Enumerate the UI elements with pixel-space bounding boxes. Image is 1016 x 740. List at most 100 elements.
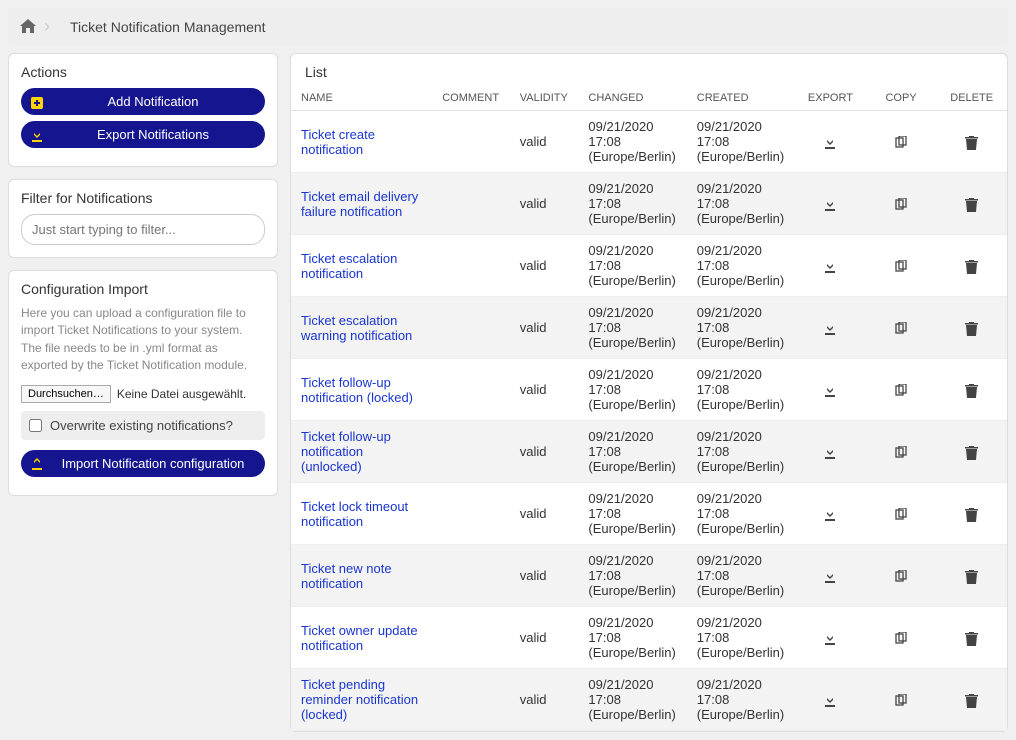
trash-icon[interactable] xyxy=(936,545,1007,607)
export-icon[interactable] xyxy=(795,173,866,235)
download-icon xyxy=(31,127,51,142)
th-created[interactable]: CREATED xyxy=(687,86,795,111)
cell-changed: 09/21/2020 17:08 (Europe/Berlin) xyxy=(578,359,686,421)
home-icon[interactable] xyxy=(20,18,36,36)
notification-link[interactable]: Ticket pending reminder notification (lo… xyxy=(301,677,418,722)
cell-changed: 09/21/2020 17:08 (Europe/Berlin) xyxy=(578,607,686,669)
export-icon[interactable] xyxy=(795,607,866,669)
cell-changed: 09/21/2020 17:08 (Europe/Berlin) xyxy=(578,297,686,359)
table-row: Ticket follow-up notification (unlocked)… xyxy=(291,421,1007,483)
cell-comment xyxy=(432,545,510,607)
table-row: Ticket escalation notificationvalid09/21… xyxy=(291,235,1007,297)
cell-changed: 09/21/2020 17:08 (Europe/Berlin) xyxy=(578,545,686,607)
table-row: Ticket owner update notification valid09/… xyxy=(291,607,1007,669)
cell-validity: valid xyxy=(510,669,579,731)
cell-created: 09/21/2020 17:08 (Europe/Berlin) xyxy=(687,421,795,483)
actions-card: Actions Add Notification Export Notifica… xyxy=(8,53,278,167)
notification-link[interactable]: Ticket escalation notification xyxy=(301,251,397,281)
copy-icon[interactable] xyxy=(866,421,937,483)
notification-link[interactable]: Ticket escalation warning notification xyxy=(301,313,412,343)
cell-validity: valid xyxy=(510,607,579,669)
cell-validity: valid xyxy=(510,545,579,607)
table-row: Ticket create notificationvalid09/21/202… xyxy=(291,111,1007,173)
cell-comment xyxy=(432,607,510,669)
copy-icon[interactable] xyxy=(866,545,937,607)
list-heading: List xyxy=(291,64,1007,86)
cell-created: 09/21/2020 17:08 (Europe/Berlin) xyxy=(687,297,795,359)
notification-link[interactable]: Ticket follow-up notification (unlocked) xyxy=(301,429,391,474)
th-validity[interactable]: VALIDITY xyxy=(510,86,579,111)
browse-button[interactable]: Durchsuchen… xyxy=(21,385,111,403)
cell-comment xyxy=(432,483,510,545)
trash-icon[interactable] xyxy=(936,359,1007,421)
overwrite-label: Overwrite existing notifications? xyxy=(50,418,233,433)
th-changed[interactable]: CHANGED xyxy=(578,86,686,111)
cell-comment xyxy=(432,173,510,235)
cell-created: 09/21/2020 17:08 (Europe/Berlin) xyxy=(687,111,795,173)
copy-icon[interactable] xyxy=(866,297,937,359)
export-notifications-button[interactable]: Export Notifications xyxy=(21,121,265,148)
copy-icon[interactable] xyxy=(866,111,937,173)
actions-heading: Actions xyxy=(21,64,265,80)
notification-link[interactable]: Ticket new note notification xyxy=(301,561,392,591)
copy-icon[interactable] xyxy=(866,669,937,731)
page-title: Ticket Notification Management xyxy=(58,19,266,35)
list-panel: List NAME COMMENT VALIDITY CHANGED CREAT… xyxy=(290,53,1008,732)
export-icon[interactable] xyxy=(795,359,866,421)
trash-icon[interactable] xyxy=(936,235,1007,297)
cell-changed: 09/21/2020 17:08 (Europe/Berlin) xyxy=(578,173,686,235)
export-icon[interactable] xyxy=(795,483,866,545)
export-icon[interactable] xyxy=(795,297,866,359)
export-icon[interactable] xyxy=(795,111,866,173)
copy-icon[interactable] xyxy=(866,235,937,297)
filter-input[interactable] xyxy=(21,214,265,245)
cell-validity: valid xyxy=(510,483,579,545)
notification-link[interactable]: Ticket lock timeout notification xyxy=(301,499,408,529)
cell-created: 09/21/2020 17:08 (Europe/Berlin) xyxy=(687,669,795,731)
export-icon[interactable] xyxy=(795,235,866,297)
copy-icon[interactable] xyxy=(866,483,937,545)
filter-heading: Filter for Notifications xyxy=(21,190,265,206)
copy-icon[interactable] xyxy=(866,359,937,421)
import-config-button[interactable]: Import Notification configuration xyxy=(21,450,265,477)
table-row: Ticket follow-up notification (locked)va… xyxy=(291,359,1007,421)
trash-icon[interactable] xyxy=(936,111,1007,173)
th-copy: COPY xyxy=(866,86,937,111)
table-row: Ticket lock timeout notificationvalid09/… xyxy=(291,483,1007,545)
copy-icon[interactable] xyxy=(866,607,937,669)
trash-icon[interactable] xyxy=(936,173,1007,235)
cell-created: 09/21/2020 17:08 (Europe/Berlin) xyxy=(687,545,795,607)
trash-icon[interactable] xyxy=(936,483,1007,545)
breadcrumb: › Ticket Notification Management xyxy=(8,8,1008,45)
trash-icon[interactable] xyxy=(936,669,1007,731)
filter-card: Filter for Notifications xyxy=(8,179,278,258)
notification-link[interactable]: Ticket owner update notification xyxy=(301,623,418,653)
notification-link[interactable]: Ticket create notification xyxy=(301,127,375,157)
th-name[interactable]: NAME xyxy=(291,86,432,111)
cell-created: 09/21/2020 17:08 (Europe/Berlin) xyxy=(687,173,795,235)
export-icon[interactable] xyxy=(795,669,866,731)
notification-link[interactable]: Ticket email delivery failure notificati… xyxy=(301,189,418,219)
notification-table: NAME COMMENT VALIDITY CHANGED CREATED EX… xyxy=(291,86,1007,731)
trash-icon[interactable] xyxy=(936,607,1007,669)
cell-comment xyxy=(432,421,510,483)
add-notification-label: Add Notification xyxy=(51,94,255,109)
trash-icon[interactable] xyxy=(936,421,1007,483)
notification-link[interactable]: Ticket follow-up notification (locked) xyxy=(301,375,413,405)
cell-created: 09/21/2020 17:08 (Europe/Berlin) xyxy=(687,483,795,545)
th-comment[interactable]: COMMENT xyxy=(432,86,510,111)
upload-icon xyxy=(31,456,51,471)
cell-comment xyxy=(432,297,510,359)
cell-validity: valid xyxy=(510,421,579,483)
trash-icon[interactable] xyxy=(936,297,1007,359)
add-notification-button[interactable]: Add Notification xyxy=(21,88,265,115)
cell-validity: valid xyxy=(510,173,579,235)
cell-changed: 09/21/2020 17:08 (Europe/Berlin) xyxy=(578,483,686,545)
export-icon[interactable] xyxy=(795,421,866,483)
cell-changed: 09/21/2020 17:08 (Europe/Berlin) xyxy=(578,669,686,731)
th-export: EXPORT xyxy=(795,86,866,111)
cell-comment xyxy=(432,235,510,297)
export-icon[interactable] xyxy=(795,545,866,607)
overwrite-checkbox[interactable] xyxy=(29,419,42,432)
copy-icon[interactable] xyxy=(866,173,937,235)
